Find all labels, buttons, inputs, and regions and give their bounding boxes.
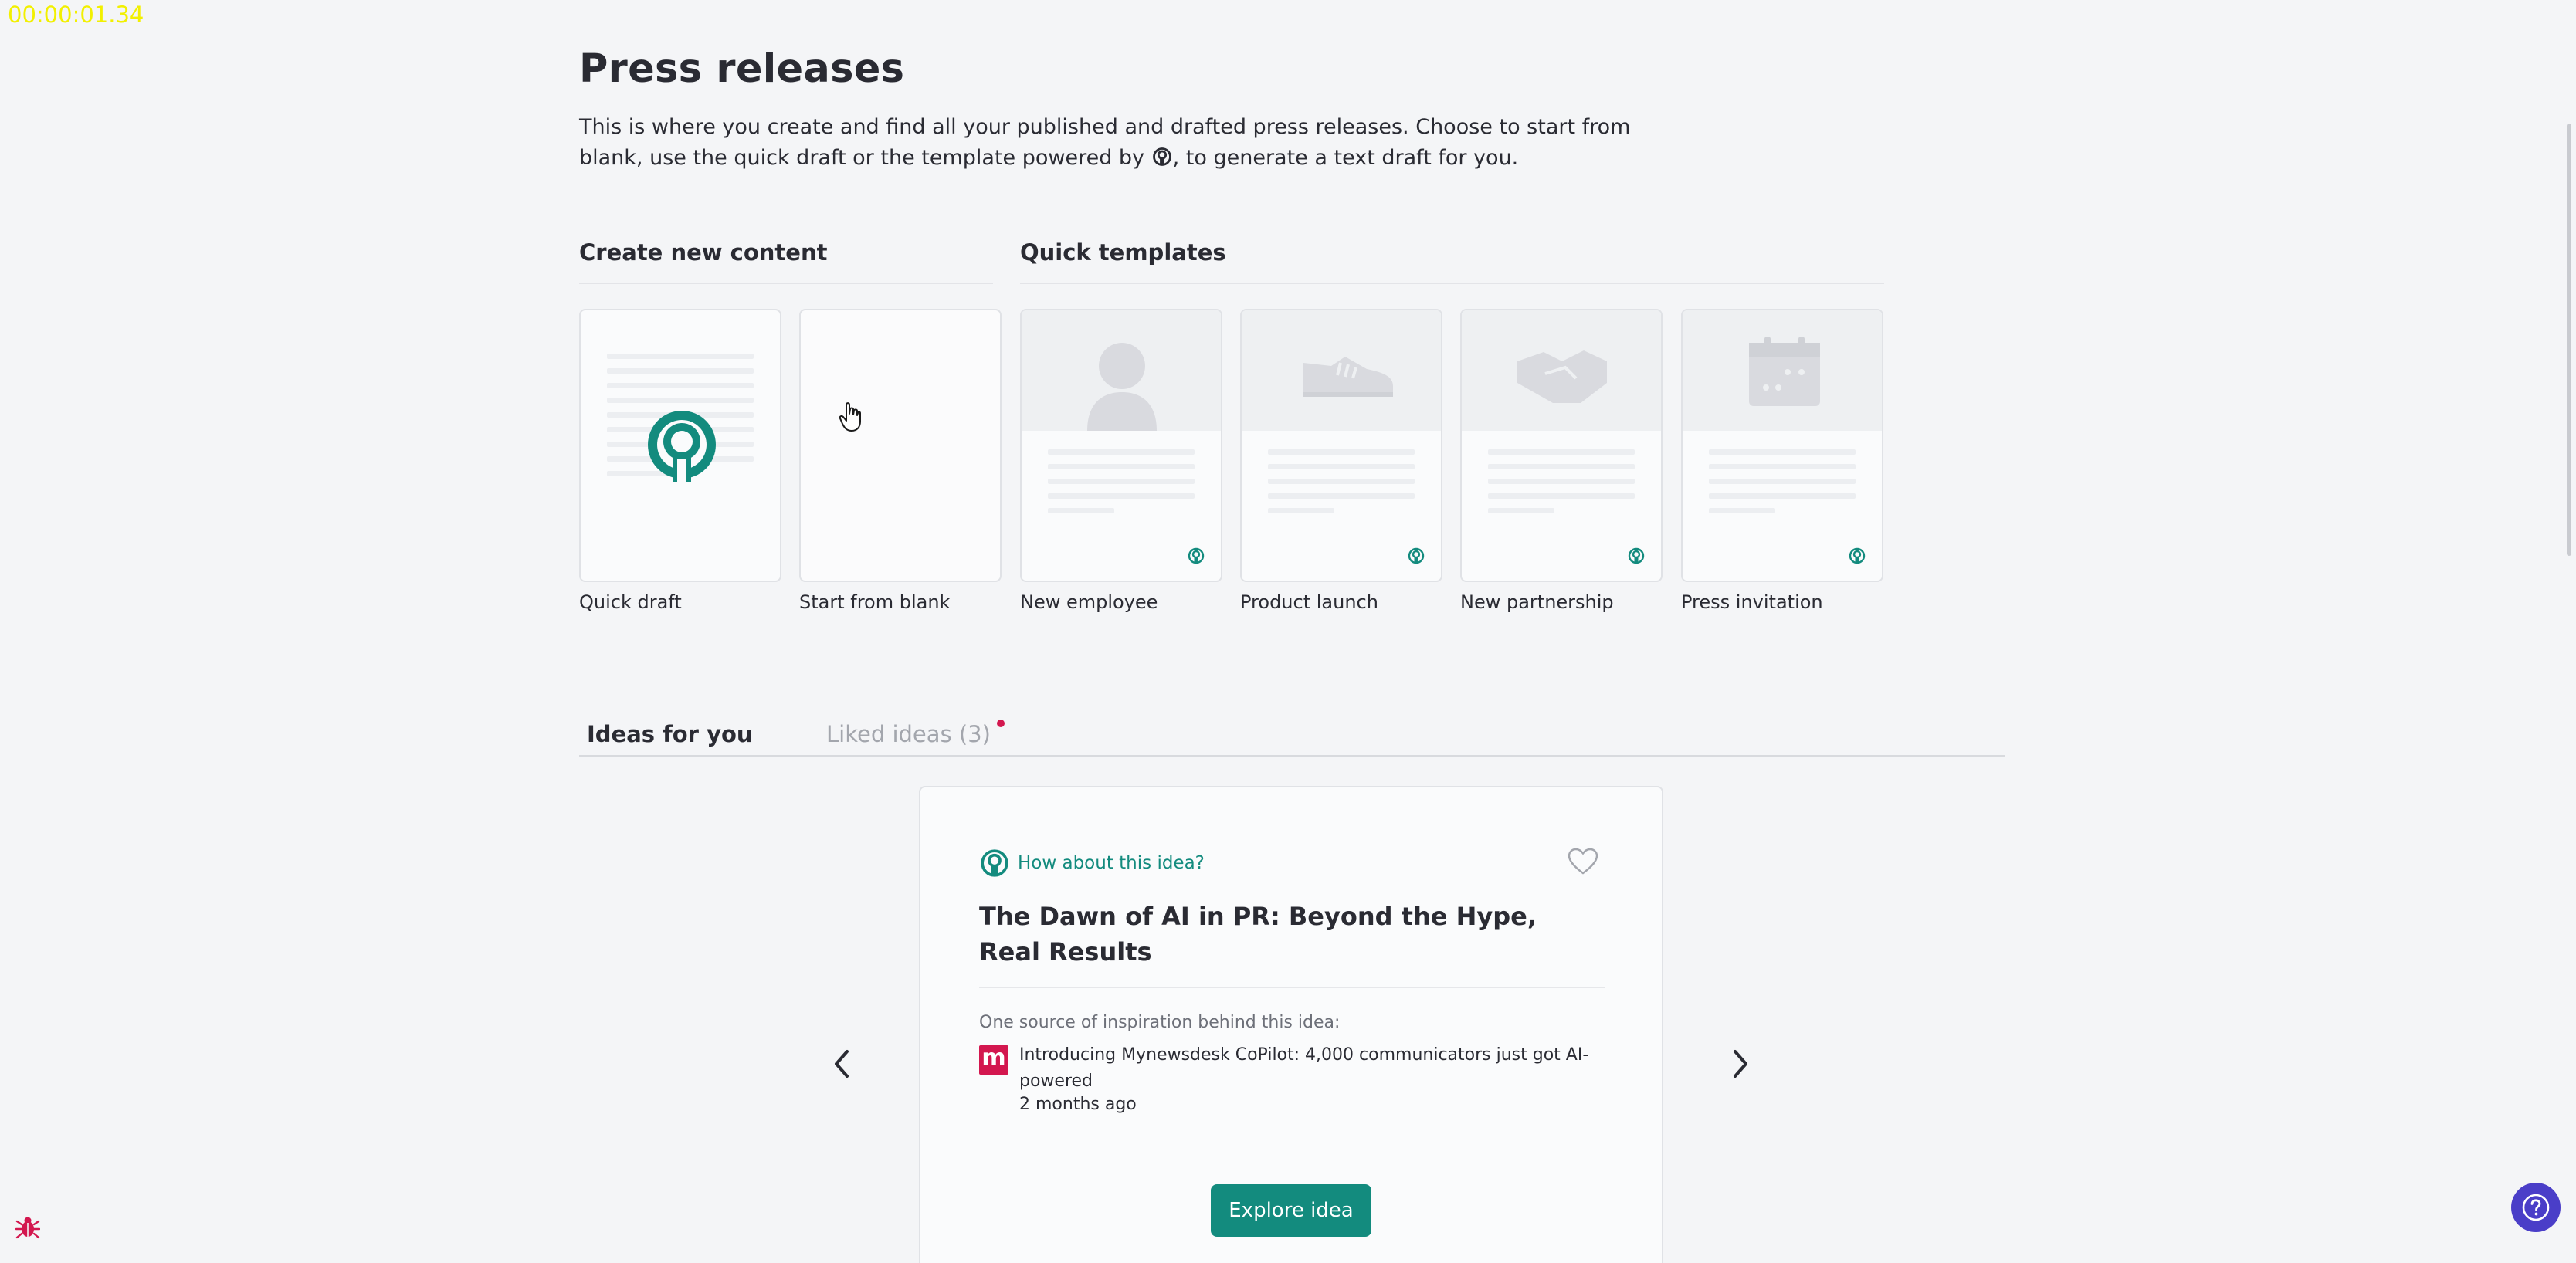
explore-idea-button[interactable]: Explore idea bbox=[1211, 1184, 1371, 1237]
help-icon bbox=[2522, 1194, 2550, 1221]
hand-cursor-icon bbox=[839, 402, 861, 432]
start-blank-card[interactable] bbox=[799, 309, 1002, 582]
copilot-icon bbox=[981, 849, 1008, 877]
page-intro: This is where you create and find all yo… bbox=[579, 112, 1676, 174]
product-launch-card[interactable] bbox=[1240, 309, 1442, 582]
recording-timer: 00:00:01.34 bbox=[8, 2, 144, 28]
help-button[interactable] bbox=[2511, 1183, 2561, 1232]
main-content: Press releases This is where you create … bbox=[579, 46, 2008, 1263]
sneaker-icon bbox=[1303, 357, 1393, 397]
text-placeholder bbox=[1268, 449, 1415, 523]
press-invitation-card[interactable] bbox=[1681, 309, 1883, 582]
quick-templates-heading: Quick templates bbox=[1020, 239, 1226, 266]
text-placeholder bbox=[1488, 449, 1635, 523]
copilot-icon bbox=[1152, 147, 1171, 166]
tab-liked-ideas[interactable]: Liked ideas (3) bbox=[826, 721, 991, 747]
tab-ideas-for-you[interactable]: Ideas for you bbox=[587, 721, 753, 747]
create-new-heading: Create new content bbox=[579, 239, 828, 266]
divider bbox=[579, 283, 993, 284]
source-title[interactable]: Introducing Mynewsdesk CoPilot: 4,000 co… bbox=[1019, 1042, 1622, 1095]
content-cards: Quick draft Start from blank New employe… bbox=[579, 309, 1892, 664]
quick-draft-label: Quick draft bbox=[579, 591, 682, 613]
new-employee-label: New employee bbox=[1020, 591, 1158, 613]
calendar-icon bbox=[1749, 337, 1820, 406]
source-time: 2 months ago bbox=[1019, 1095, 1137, 1114]
new-partnership-card[interactable] bbox=[1460, 309, 1663, 582]
handshake-icon bbox=[1517, 350, 1607, 403]
idea-prompt: How about this idea? bbox=[1018, 853, 1205, 873]
copilot-icon bbox=[1408, 547, 1425, 564]
template-image bbox=[1683, 310, 1882, 431]
source-label: One source of inspiration behind this id… bbox=[979, 1013, 1341, 1032]
template-image bbox=[1462, 310, 1661, 431]
person-icon bbox=[1087, 343, 1157, 431]
ideas-tabs: Ideas for you Liked ideas (3) bbox=[579, 710, 2005, 757]
quick-draft-card[interactable] bbox=[579, 309, 781, 582]
section-headers: Create new content Quick templates bbox=[579, 239, 1884, 286]
new-partnership-label: New partnership bbox=[1460, 591, 1614, 613]
copilot-icon bbox=[1849, 547, 1866, 564]
template-image bbox=[1242, 310, 1441, 431]
idea-header: How about this idea? bbox=[979, 848, 1205, 879]
source-logo: m bbox=[979, 1045, 1008, 1075]
notification-dot bbox=[997, 720, 1005, 727]
text-placeholder bbox=[1048, 449, 1195, 523]
copilot-icon bbox=[1628, 547, 1645, 564]
text-placeholder bbox=[1709, 449, 1856, 523]
press-invitation-label: Press invitation bbox=[1681, 591, 1823, 613]
copilot-icon bbox=[1188, 547, 1205, 564]
scrollbar[interactable] bbox=[2567, 124, 2571, 556]
page-title: Press releases bbox=[579, 46, 905, 92]
intro-text-end: , to generate a text draft for you. bbox=[1172, 146, 1519, 170]
bug-icon[interactable] bbox=[15, 1215, 40, 1240]
product-launch-label: Product launch bbox=[1240, 591, 1378, 613]
template-image bbox=[1022, 310, 1221, 431]
chevron-right-icon[interactable] bbox=[1729, 1047, 1752, 1081]
chevron-left-icon[interactable] bbox=[830, 1047, 853, 1081]
heart-icon[interactable] bbox=[1568, 848, 1598, 875]
divider bbox=[979, 987, 1605, 988]
start-blank-label: Start from blank bbox=[799, 591, 951, 613]
new-employee-card[interactable] bbox=[1020, 309, 1222, 582]
copilot-icon bbox=[648, 411, 716, 482]
idea-title: The Dawn of AI in PR: Beyond the Hype, R… bbox=[979, 902, 1537, 967]
divider bbox=[1020, 283, 1884, 284]
idea-card: How about this idea? The Dawn of AI in P… bbox=[919, 786, 1663, 1263]
